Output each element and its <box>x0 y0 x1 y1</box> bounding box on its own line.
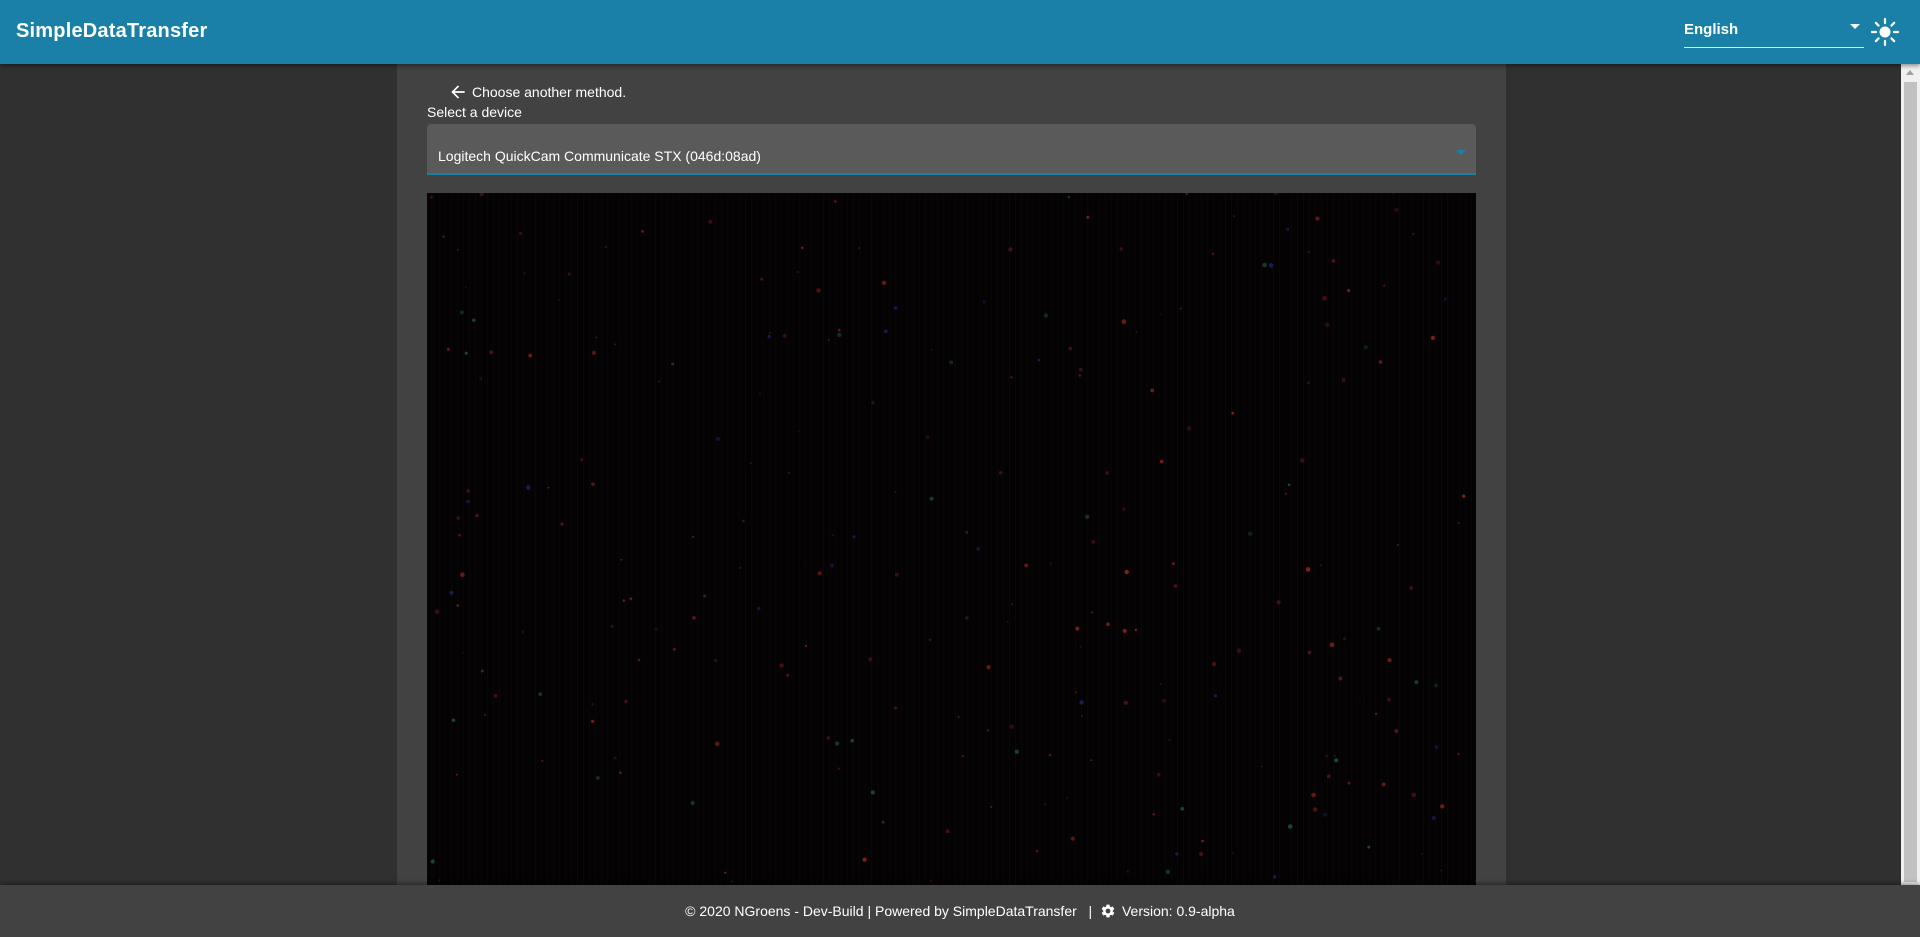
back-link[interactable]: Choose another method. <box>448 80 626 104</box>
camera-noise-image <box>427 193 1476 885</box>
camera-preview <box>427 193 1476 885</box>
theme-toggle-button[interactable] <box>1870 17 1900 47</box>
scroll-up-arrow-icon[interactable] <box>1906 70 1914 75</box>
footer-credits: © 2020 NGroens - Dev-Build | Powered by … <box>685 903 1096 919</box>
footer-version: Version: 0.9-alpha <box>1121 903 1235 919</box>
device-select[interactable]: Logitech QuickCam Communicate STX (046d:… <box>427 124 1476 175</box>
device-select-label: Select a device <box>427 104 522 120</box>
gear-icon <box>1101 904 1115 918</box>
device-select-value: Logitech QuickCam Communicate STX (046d:… <box>438 148 761 164</box>
chevron-down-icon <box>1456 150 1466 155</box>
back-link-label: Choose another method. <box>472 84 627 100</box>
language-select[interactable]: English <box>1684 14 1864 48</box>
app-bar: SimpleDataTransfer English <box>0 0 1920 64</box>
footer: © 2020 NGroens - Dev-Build | Powered by … <box>0 885 1920 937</box>
arrow-left-icon <box>451 85 465 99</box>
chevron-down-icon <box>1850 24 1860 29</box>
app-title: SimpleDataTransfer <box>16 20 208 42</box>
sun-icon <box>1870 17 1900 47</box>
scrollbar-thumb[interactable] <box>1904 82 1917 882</box>
language-select-value: English <box>1684 21 1739 38</box>
